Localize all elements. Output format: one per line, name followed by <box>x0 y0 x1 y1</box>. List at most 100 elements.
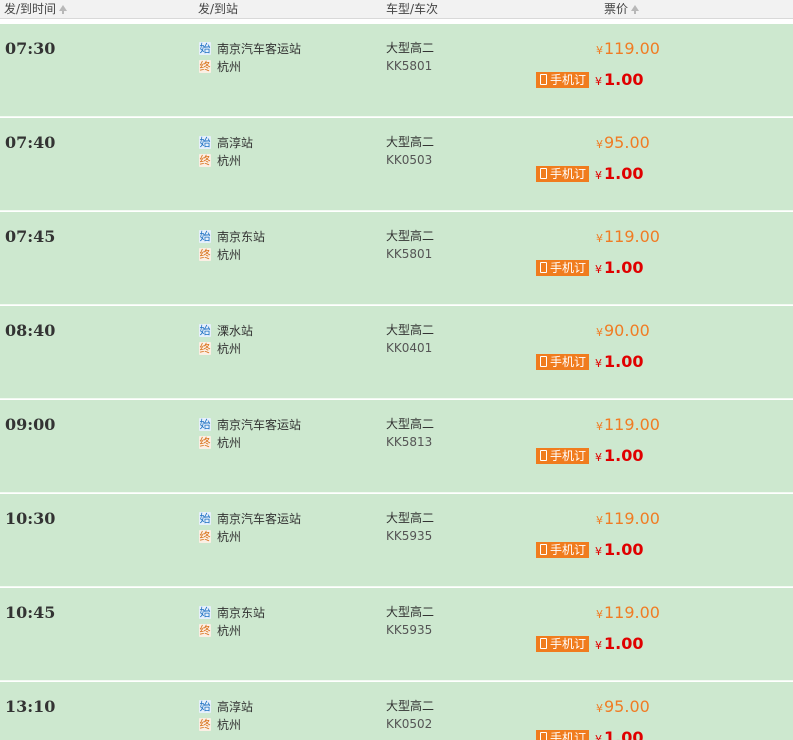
mobile-booking-label: 手机订 <box>550 355 587 369</box>
mobile-booking: 手机订 ¥ 1.00 <box>536 634 644 653</box>
table-header: 发/到时间 发/到站 车型/车次 票价 <box>0 0 793 19</box>
departure-station: 高淳站 <box>217 135 254 150</box>
arrival-station: 杭州 <box>217 717 242 732</box>
stations: 始 南京汽车客运站 终 杭州 <box>199 509 301 545</box>
yen-symbol: ¥ <box>596 514 603 527</box>
mobile-booking: 手机订 ¥ 1.00 <box>536 446 644 465</box>
departure-station: 南京汽车客运站 <box>217 417 302 432</box>
bus-info: 大型高二 KK5935 <box>386 603 434 639</box>
start-station-icon: 始 <box>199 605 211 619</box>
station-header: 发/到站 <box>198 1 238 17</box>
mobile-price-value: 1.00 <box>604 446 644 465</box>
mobile-booking: 手机订 ¥ 1.00 <box>536 258 644 277</box>
end-station-icon: 终 <box>199 623 211 637</box>
mobile-booking: 手机订 ¥ 1.00 <box>536 70 644 89</box>
phone-icon <box>540 168 547 179</box>
yen-symbol: ¥ <box>596 326 603 339</box>
yen-symbol: ¥ <box>596 232 603 245</box>
phone-icon <box>540 450 547 461</box>
sort-arrow-icon[interactable] <box>59 5 68 14</box>
departure-station: 南京汽车客运站 <box>217 511 302 526</box>
bus-code: KK5801 <box>386 247 433 261</box>
ticket-price: ¥ 119.00 <box>596 39 660 58</box>
price-value: 119.00 <box>604 415 660 434</box>
yen-symbol: ¥ <box>595 545 603 558</box>
mobile-booking: 手机订 ¥ 1.00 <box>536 728 644 740</box>
mobile-booking-label: 手机订 <box>550 73 587 87</box>
table-row[interactable]: 07:30 始 南京汽车客运站 终 杭州 大型高二 KK5801 ¥ 119.0… <box>0 24 793 117</box>
end-station-icon: 终 <box>199 59 211 73</box>
mobile-price-value: 1.00 <box>604 70 644 89</box>
bus-header-label: 车型/车次 <box>386 2 439 16</box>
departure-time: 07:45 <box>5 227 56 246</box>
bus-type: 大型高二 <box>386 699 435 713</box>
table-row[interactable]: 10:30 始 南京汽车客运站 终 杭州 大型高二 KK5935 ¥ 119.0… <box>0 494 793 587</box>
mobile-booking-button[interactable]: 手机订 <box>536 165 590 182</box>
bus-info: 大型高二 KK0502 <box>386 697 434 733</box>
stations: 始 南京汽车客运站 终 杭州 <box>199 39 301 75</box>
ticket-price: ¥ 119.00 <box>596 227 660 246</box>
mobile-booking: 手机订 ¥ 1.00 <box>536 164 644 183</box>
sort-arrow-icon[interactable] <box>631 5 640 14</box>
start-station-icon: 始 <box>199 511 211 525</box>
phone-icon <box>540 356 547 367</box>
mobile-booking-button[interactable]: 手机订 <box>536 259 590 276</box>
yen-symbol: ¥ <box>595 169 603 182</box>
mobile-booking-button[interactable]: 手机订 <box>536 353 590 370</box>
yen-symbol: ¥ <box>595 75 603 88</box>
stations: 始 南京东站 终 杭州 <box>199 227 265 263</box>
departure-time: 10:45 <box>5 603 56 622</box>
table-row[interactable]: 09:00 始 南京汽车客运站 终 杭州 大型高二 KK5813 ¥ 119.0… <box>0 400 793 493</box>
mobile-booking-button[interactable]: 手机订 <box>536 71 590 88</box>
departure-station: 南京东站 <box>217 229 266 244</box>
bus-code: KK5801 <box>386 59 433 73</box>
departure-time: 13:10 <box>5 697 56 716</box>
departure-time: 07:40 <box>5 133 56 152</box>
departure-station: 高淳站 <box>217 699 254 714</box>
sort-by-time-header[interactable]: 发/到时间 <box>4 1 68 17</box>
mobile-price: ¥ 1.00 <box>595 258 643 277</box>
bus-info: 大型高二 KK5935 <box>386 509 434 545</box>
mobile-booking-button[interactable]: 手机订 <box>536 541 590 558</box>
mobile-booking-button[interactable]: 手机订 <box>536 447 590 464</box>
mobile-booking-button[interactable]: 手机订 <box>536 635 590 652</box>
bus-code: KK5813 <box>386 435 433 449</box>
table-row[interactable]: 13:10 始 高淳站 终 杭州 大型高二 KK0502 ¥ 95.00 手机订 <box>0 682 793 740</box>
mobile-booking-label: 手机订 <box>550 449 587 463</box>
price-value: 119.00 <box>604 227 660 246</box>
phone-icon <box>540 638 547 649</box>
mobile-booking: 手机订 ¥ 1.00 <box>536 352 644 371</box>
table-row[interactable]: 10:45 始 南京东站 终 杭州 大型高二 KK5935 ¥ 119.00 手… <box>0 588 793 681</box>
mobile-booking-label: 手机订 <box>550 261 587 275</box>
mobile-price-value: 1.00 <box>604 728 644 740</box>
mobile-price-value: 1.00 <box>604 540 644 559</box>
sort-by-price-header[interactable]: 票价 <box>604 1 640 17</box>
table-row[interactable]: 07:45 始 南京东站 终 杭州 大型高二 KK5801 ¥ 119.00 手… <box>0 212 793 305</box>
mobile-price: ¥ 1.00 <box>595 164 643 183</box>
ticket-price: ¥ 119.00 <box>596 509 660 528</box>
arrival-station: 杭州 <box>217 247 242 262</box>
mobile-price-value: 1.00 <box>604 352 644 371</box>
bus-info: 大型高二 KK5801 <box>386 227 434 263</box>
table-row[interactable]: 08:40 始 溧水站 终 杭州 大型高二 KK0401 ¥ 90.00 手机订 <box>0 306 793 399</box>
price-header-label: 票价 <box>604 2 629 16</box>
schedule-page: 发/到时间 发/到站 车型/车次 票价 07:30 始 南京汽车客运站 终 杭州 <box>0 0 793 740</box>
mobile-booking-button[interactable]: 手机订 <box>536 729 590 740</box>
end-station-icon: 终 <box>199 717 211 731</box>
yen-symbol: ¥ <box>595 733 603 740</box>
departure-time: 09:00 <box>5 415 56 434</box>
mobile-booking-label: 手机订 <box>550 637 587 651</box>
end-station-icon: 终 <box>199 529 211 543</box>
table-row[interactable]: 07:40 始 高淳站 终 杭州 大型高二 KK0503 ¥ 95.00 手机订 <box>0 118 793 211</box>
end-station-icon: 终 <box>199 247 211 261</box>
stations: 始 高淳站 终 杭州 <box>199 697 253 733</box>
phone-icon <box>540 732 547 740</box>
yen-symbol: ¥ <box>596 138 603 151</box>
arrival-station: 杭州 <box>217 341 242 356</box>
end-station-icon: 终 <box>199 341 211 355</box>
mobile-price: ¥ 1.00 <box>595 540 643 559</box>
mobile-booking-label: 手机订 <box>550 167 587 181</box>
bus-info: 大型高二 KK0503 <box>386 133 434 169</box>
mobile-booking-label: 手机订 <box>550 543 587 557</box>
bus-type: 大型高二 <box>386 511 435 525</box>
